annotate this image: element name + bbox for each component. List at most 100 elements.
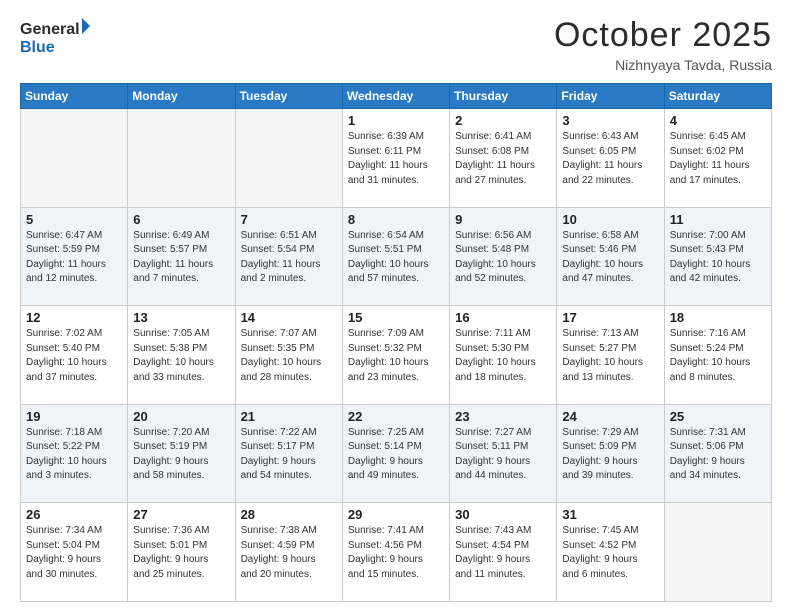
calendar-cell: 29 Sunrise: 7:41 AMSunset: 4:56 PMDayligh… xyxy=(342,503,449,602)
day-info: Sunrise: 7:41 AMSunset: 4:56 PMDaylight:… xyxy=(348,524,444,582)
day-info: Sunrise: 7:34 AMSunset: 5:04 PMDaylight:… xyxy=(26,524,122,582)
day-number: 6 xyxy=(133,212,229,227)
header-friday: Friday xyxy=(557,84,664,109)
day-info: Sunrise: 7:38 AMSunset: 4:59 PMDaylight:… xyxy=(241,524,337,582)
day-number: 29 xyxy=(348,507,444,522)
day-info: Sunrise: 7:29 AMSunset: 5:09 PMDaylight:… xyxy=(562,426,658,484)
header: General Blue October 2025 Nizhnyaya Tavd… xyxy=(20,16,772,73)
day-number: 30 xyxy=(455,507,551,522)
calendar-cell xyxy=(664,503,771,602)
calendar-cell: 23 Sunrise: 7:27 AMSunset: 5:11 PMDayligh… xyxy=(450,404,557,503)
day-info: Sunrise: 6:58 AMSunset: 5:46 PMDaylight:… xyxy=(562,229,658,287)
day-number: 10 xyxy=(562,212,658,227)
day-number: 7 xyxy=(241,212,337,227)
location: Nizhnyaya Tavda, Russia xyxy=(554,57,772,73)
day-info: Sunrise: 6:43 AMSunset: 6:05 PMDaylight:… xyxy=(562,130,658,188)
day-info: Sunrise: 6:56 AMSunset: 5:48 PMDaylight:… xyxy=(455,229,551,287)
day-info: Sunrise: 6:47 AMSunset: 5:59 PMDaylight:… xyxy=(26,229,122,287)
calendar-header-row: SundayMondayTuesdayWednesdayThursdayFrid… xyxy=(21,84,772,109)
calendar-cell xyxy=(21,109,128,208)
day-info: Sunrise: 7:25 AMSunset: 5:14 PMDaylight:… xyxy=(348,426,444,484)
page: General Blue October 2025 Nizhnyaya Tavd… xyxy=(0,0,792,612)
header-sunday: Sunday xyxy=(21,84,128,109)
day-info: Sunrise: 7:09 AMSunset: 5:32 PMDaylight:… xyxy=(348,327,444,385)
day-info: Sunrise: 7:27 AMSunset: 5:11 PMDaylight:… xyxy=(455,426,551,484)
month-title: October 2025 xyxy=(554,16,772,55)
calendar-week-row: 19Sunrise: 7:18 AMSunset: 5:22 PMDayligh… xyxy=(21,404,772,503)
calendar-week-row: 5 Sunrise: 6:47 AMSunset: 5:59 PMDaylight… xyxy=(21,207,772,306)
day-number: 9 xyxy=(455,212,551,227)
day-info: Sunrise: 7:18 AMSunset: 5:22 PMDaylight:… xyxy=(26,426,122,484)
title-block: October 2025 Nizhnyaya Tavda, Russia xyxy=(554,16,772,73)
calendar-cell: 6Sunrise: 6:49 AMSunset: 5:57 PMDaylight… xyxy=(128,207,235,306)
calendar-cell: 27Sunrise: 7:36 AMSunset: 5:01 PMDayligh… xyxy=(128,503,235,602)
calendar-cell: 7 Sunrise: 6:51 AMSunset: 5:54 PMDaylight… xyxy=(235,207,342,306)
day-info: Sunrise: 7:00 AMSunset: 5:43 PMDaylight:… xyxy=(670,229,766,287)
day-number: 24 xyxy=(562,409,658,424)
day-info: Sunrise: 6:41 AMSunset: 6:08 PMDaylight:… xyxy=(455,130,551,188)
calendar-cell: 18 Sunrise: 7:16 AMSunset: 5:24 PMDayligh… xyxy=(664,306,771,405)
day-number: 2 xyxy=(455,113,551,128)
day-number: 4 xyxy=(670,113,766,128)
svg-text:Blue: Blue xyxy=(20,39,55,56)
calendar-cell: 26Sunrise: 7:34 AMSunset: 5:04 PMDayligh… xyxy=(21,503,128,602)
calendar-cell: 1Sunrise: 6:39 AMSunset: 6:11 PMDaylight… xyxy=(342,109,449,208)
calendar-cell: 3 Sunrise: 6:43 AMSunset: 6:05 PMDaylight… xyxy=(557,109,664,208)
calendar-cell: 16 Sunrise: 7:11 AMSunset: 5:30 PMDayligh… xyxy=(450,306,557,405)
calendar-cell: 19Sunrise: 7:18 AMSunset: 5:22 PMDayligh… xyxy=(21,404,128,503)
day-info: Sunrise: 7:02 AMSunset: 5:40 PMDaylight:… xyxy=(26,327,122,385)
day-info: Sunrise: 6:39 AMSunset: 6:11 PMDaylight:… xyxy=(348,130,444,188)
calendar-cell: 12 Sunrise: 7:02 AMSunset: 5:40 PMDayligh… xyxy=(21,306,128,405)
calendar-cell: 8Sunrise: 6:54 AMSunset: 5:51 PMDaylight… xyxy=(342,207,449,306)
calendar-cell: 24 Sunrise: 7:29 AMSunset: 5:09 PMDayligh… xyxy=(557,404,664,503)
calendar-cell: 15 Sunrise: 7:09 AMSunset: 5:32 PMDayligh… xyxy=(342,306,449,405)
day-number: 22 xyxy=(348,409,444,424)
calendar-week-row: 26Sunrise: 7:34 AMSunset: 5:04 PMDayligh… xyxy=(21,503,772,602)
calendar-cell: 30Sunrise: 7:43 AMSunset: 4:54 PMDayligh… xyxy=(450,503,557,602)
calendar-cell: 13 Sunrise: 7:05 AMSunset: 5:38 PMDayligh… xyxy=(128,306,235,405)
day-info: Sunrise: 7:31 AMSunset: 5:06 PMDaylight:… xyxy=(670,426,766,484)
calendar-cell: 10 Sunrise: 6:58 AMSunset: 5:46 PMDayligh… xyxy=(557,207,664,306)
header-wednesday: Wednesday xyxy=(342,84,449,109)
calendar-cell: 11 Sunrise: 7:00 AMSunset: 5:43 PMDayligh… xyxy=(664,207,771,306)
day-number: 14 xyxy=(241,310,337,325)
day-info: Sunrise: 7:07 AMSunset: 5:35 PMDaylight:… xyxy=(241,327,337,385)
logo: General Blue xyxy=(20,16,90,58)
header-saturday: Saturday xyxy=(664,84,771,109)
day-info: Sunrise: 6:51 AMSunset: 5:54 PMDaylight:… xyxy=(241,229,337,287)
calendar-week-row: 1Sunrise: 6:39 AMSunset: 6:11 PMDaylight… xyxy=(21,109,772,208)
day-info: Sunrise: 7:36 AMSunset: 5:01 PMDaylight:… xyxy=(133,524,229,582)
day-number: 31 xyxy=(562,507,658,522)
day-info: Sunrise: 7:13 AMSunset: 5:27 PMDaylight:… xyxy=(562,327,658,385)
day-info: Sunrise: 7:11 AMSunset: 5:30 PMDaylight:… xyxy=(455,327,551,385)
day-info: Sunrise: 6:45 AMSunset: 6:02 PMDaylight:… xyxy=(670,130,766,188)
calendar-cell: 2 Sunrise: 6:41 AMSunset: 6:08 PMDaylight… xyxy=(450,109,557,208)
calendar-cell: 14 Sunrise: 7:07 AMSunset: 5:35 PMDayligh… xyxy=(235,306,342,405)
header-monday: Monday xyxy=(128,84,235,109)
day-info: Sunrise: 7:05 AMSunset: 5:38 PMDaylight:… xyxy=(133,327,229,385)
day-number: 23 xyxy=(455,409,551,424)
day-number: 20 xyxy=(133,409,229,424)
day-number: 12 xyxy=(26,310,122,325)
calendar-cell xyxy=(128,109,235,208)
day-number: 15 xyxy=(348,310,444,325)
header-tuesday: Tuesday xyxy=(235,84,342,109)
calendar-cell: 9 Sunrise: 6:56 AMSunset: 5:48 PMDaylight… xyxy=(450,207,557,306)
day-number: 13 xyxy=(133,310,229,325)
calendar-cell: 4 Sunrise: 6:45 AMSunset: 6:02 PMDaylight… xyxy=(664,109,771,208)
day-number: 3 xyxy=(562,113,658,128)
calendar-cell: 21Sunrise: 7:22 AMSunset: 5:17 PMDayligh… xyxy=(235,404,342,503)
day-info: Sunrise: 7:22 AMSunset: 5:17 PMDaylight:… xyxy=(241,426,337,484)
calendar-week-row: 12 Sunrise: 7:02 AMSunset: 5:40 PMDayligh… xyxy=(21,306,772,405)
logo-svg: General Blue xyxy=(20,16,90,58)
calendar-table: SundayMondayTuesdayWednesdayThursdayFrid… xyxy=(20,83,772,602)
day-number: 16 xyxy=(455,310,551,325)
day-number: 28 xyxy=(241,507,337,522)
day-number: 11 xyxy=(670,212,766,227)
day-number: 18 xyxy=(670,310,766,325)
day-info: Sunrise: 7:45 AMSunset: 4:52 PMDaylight:… xyxy=(562,524,658,582)
header-thursday: Thursday xyxy=(450,84,557,109)
day-info: Sunrise: 7:20 AMSunset: 5:19 PMDaylight:… xyxy=(133,426,229,484)
day-number: 5 xyxy=(26,212,122,227)
day-info: Sunrise: 7:16 AMSunset: 5:24 PMDaylight:… xyxy=(670,327,766,385)
